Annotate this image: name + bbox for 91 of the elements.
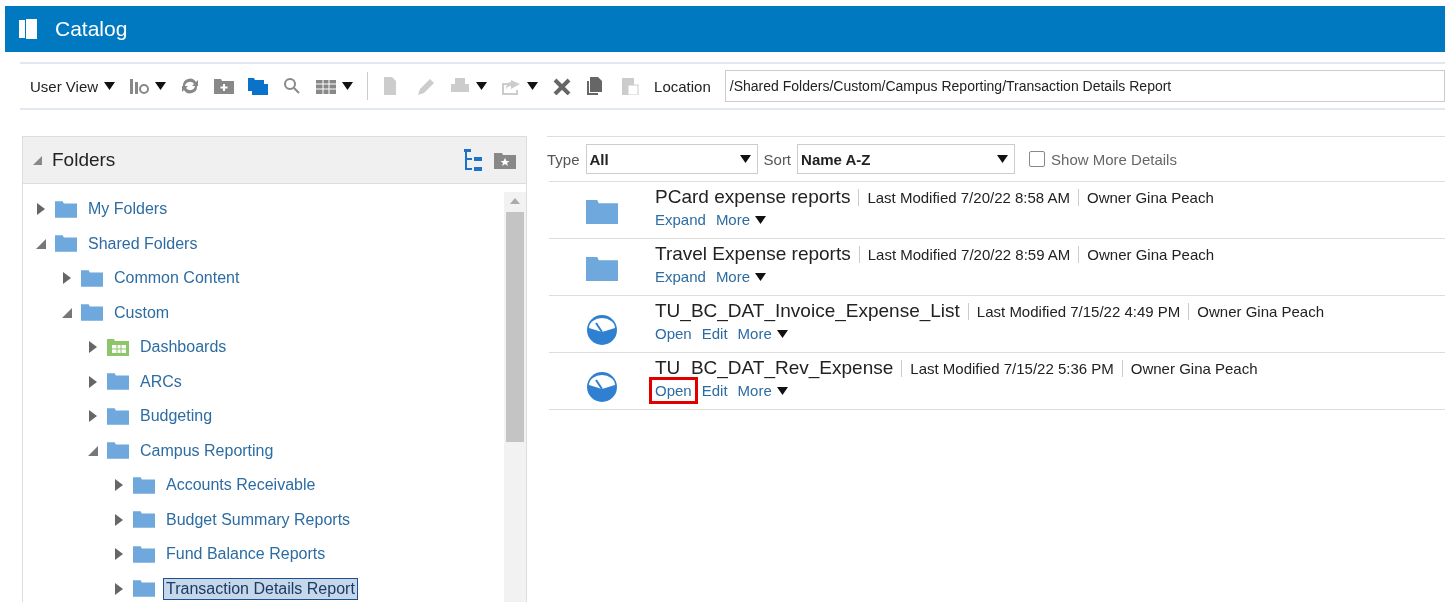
caret-icon — [739, 155, 751, 163]
chart-icon[interactable] — [129, 77, 150, 95]
action-link[interactable]: More — [709, 263, 773, 290]
tree-item[interactable]: Transaction Details Report — [163, 577, 358, 600]
owner-name: Owner Gina Peach — [1188, 302, 1325, 320]
action-link[interactable]: More — [709, 206, 773, 233]
sort-label: Sort — [763, 150, 792, 168]
checkbox-label: Show More Details — [1051, 150, 1177, 168]
item-name: TU_BC_DAT_Invoice_Expense_List — [655, 300, 960, 322]
caret-icon — [527, 82, 539, 90]
collapsed-triangle-icon[interactable] — [89, 341, 97, 354]
window-title: Catalog — [55, 17, 128, 41]
collapsed-triangle-icon[interactable] — [115, 513, 123, 526]
tree-view-icon[interactable] — [464, 149, 484, 171]
type-dropdown[interactable]: All — [585, 144, 758, 174]
delete-icon[interactable] — [552, 77, 573, 95]
collapsed-triangle-icon[interactable] — [115, 548, 123, 561]
owner-name: Owner Gina Peach — [1078, 188, 1214, 206]
caret-icon — [155, 82, 167, 90]
view-menu-button[interactable]: User View — [30, 77, 116, 95]
modified-date: Last Modified 7/15/22 5:36 PM — [901, 359, 1114, 377]
location-label: Location — [654, 77, 711, 95]
folder-icon — [55, 200, 77, 218]
gauge-icon — [586, 371, 618, 403]
action-link[interactable]: Open — [649, 320, 698, 347]
folder-icon — [107, 442, 129, 460]
tree-item[interactable]: Accounts Receivable — [163, 474, 319, 497]
checkbox[interactable] — [1029, 151, 1046, 167]
caret-icon — [342, 82, 354, 90]
folder-icon — [584, 257, 620, 281]
action-link[interactable]: Edit — [695, 377, 734, 404]
collapsed-triangle-icon[interactable] — [89, 375, 97, 388]
action-link[interactable]: Expand — [649, 206, 712, 233]
folder-icon — [81, 269, 103, 287]
tree-item[interactable]: Budget Summary Reports — [163, 508, 354, 531]
collapse-triangle-icon[interactable] — [33, 155, 42, 165]
folder-icon — [107, 407, 129, 425]
action-link[interactable]: Edit — [695, 320, 734, 347]
tree-item[interactable]: Custom — [111, 301, 173, 324]
expanded-triangle-icon[interactable] — [88, 445, 98, 456]
action-link[interactable]: More — [731, 377, 794, 404]
action-link[interactable]: More — [731, 320, 794, 347]
type-label: Type — [547, 150, 580, 168]
modified-date: Last Modified 7/20/22 8:58 AM — [858, 188, 1071, 206]
tree-item[interactable]: Fund Balance Reports — [163, 543, 329, 566]
folder-icon — [133, 545, 155, 563]
modified-date: Last Modified 7/15/22 4:49 PM — [967, 302, 1181, 320]
tree-item[interactable]: Dashboards — [137, 336, 230, 359]
folder-icon — [107, 373, 129, 391]
location-field[interactable]: /Shared Folders/Custom/Campus Reporting/Transaction Details Report — [724, 70, 1445, 102]
action-link[interactable]: Expand — [649, 263, 712, 290]
sort-dropdown[interactable]: Name A-Z — [797, 144, 1016, 174]
expanded-triangle-icon[interactable] — [62, 307, 72, 318]
folder-icon — [133, 476, 155, 494]
owner-name: Owner Gina Peach — [1078, 245, 1215, 263]
collapsed-triangle-icon[interactable] — [115, 582, 123, 595]
action-link[interactable]: Open — [649, 377, 698, 404]
folder-icon — [133, 511, 155, 529]
folder-icon — [584, 200, 620, 224]
tree-item[interactable]: Common Content — [111, 267, 243, 290]
item-name: Travel Expense reports — [655, 243, 851, 265]
favorite-folder-icon[interactable] — [494, 151, 516, 169]
expanded-triangle-icon[interactable] — [36, 238, 46, 249]
scrollbar[interactable] — [504, 192, 526, 602]
caret-icon — [997, 155, 1009, 163]
new-folder-icon[interactable] — [214, 77, 235, 95]
tree-item[interactable]: Shared Folders — [85, 232, 201, 255]
dashboard-folder-icon — [107, 338, 129, 356]
tree-item[interactable]: My Folders — [85, 198, 171, 221]
collapsed-triangle-icon[interactable] — [89, 410, 97, 423]
tree-item[interactable]: ARCs — [137, 370, 185, 393]
caret-icon — [476, 82, 488, 90]
folders-icon[interactable] — [248, 77, 269, 95]
collapsed-triangle-icon[interactable] — [115, 479, 123, 492]
collapsed-triangle-icon[interactable] — [37, 203, 45, 216]
caret-icon — [104, 82, 116, 90]
tree-item[interactable]: Budgeting — [137, 405, 216, 428]
owner-name: Owner Gina Peach — [1121, 359, 1258, 377]
collapsed-triangle-icon[interactable] — [63, 272, 71, 285]
refresh-icon[interactable] — [180, 77, 201, 95]
grid-icon[interactable] — [316, 77, 337, 95]
item-name: PCard expense reports — [655, 186, 851, 208]
panel-title: Folders — [52, 149, 117, 171]
modified-date: Last Modified 7/20/22 8:59 AM — [858, 245, 1071, 263]
gauge-icon — [586, 314, 618, 346]
catalog-icon — [19, 19, 37, 39]
folder-icon — [133, 580, 155, 598]
folder-icon — [81, 304, 103, 322]
tree-item[interactable]: Campus Reporting — [137, 439, 277, 462]
folder-icon — [55, 235, 77, 253]
item-name: TU_BC_DAT_Rev_Expense — [655, 357, 894, 379]
